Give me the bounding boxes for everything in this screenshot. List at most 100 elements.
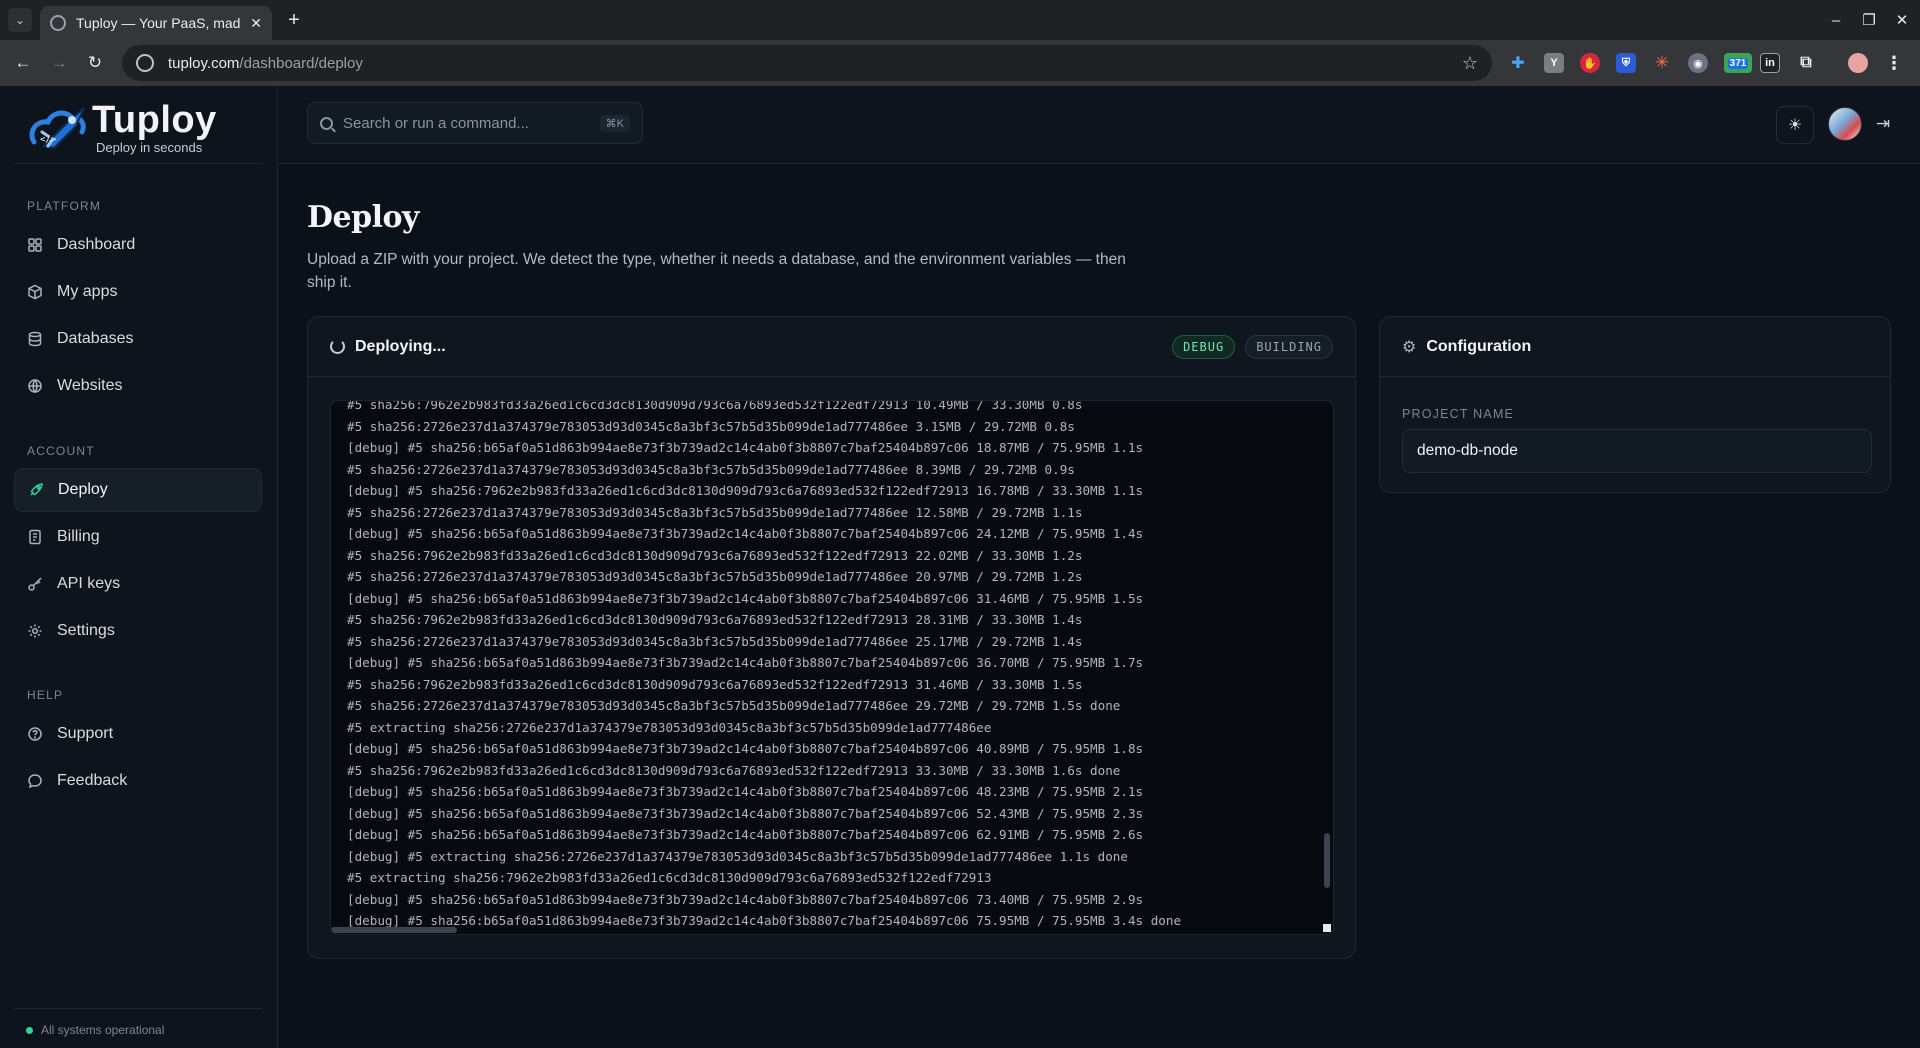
globe-favicon-icon: [50, 15, 66, 31]
deploy-status-title: Deploying...: [355, 337, 446, 355]
log-line: [debug] #5 sha256:b65af0a51d863b994ae8e7…: [347, 655, 1144, 670]
log-horizontal-scrollbar[interactable]: [331, 927, 457, 933]
window-close-icon[interactable]: ✕: [1890, 8, 1914, 32]
status-dot-icon: [26, 1026, 33, 1034]
sidebar-item-settings[interactable]: Settings: [14, 609, 262, 653]
section-label-platform: PLATFORM: [27, 199, 102, 213]
database-icon: [27, 331, 43, 347]
page-description: Upload a ZIP with your project. We detec…: [307, 251, 1126, 291]
log-line: #5 extracting sha256:2726e237d1a374379e7…: [347, 719, 992, 735]
receipt-icon: [27, 529, 43, 545]
address-bar[interactable]: tuploy.com /dashboard/deploy ☆: [122, 45, 1492, 81]
message-icon: [27, 773, 43, 789]
sidebar-item-label: Dashboard: [57, 236, 136, 253]
shortcut-hint: ⌘K: [599, 114, 630, 132]
system-status-text: All systems operational: [41, 1023, 165, 1037]
extensions-puzzle-icon[interactable]: ⧉: [1796, 53, 1816, 73]
app-topbar: Search or run a command... ⌘K ☀ ⇥: [279, 86, 1920, 164]
extension-shield-icon[interactable]: ⛨: [1616, 53, 1636, 73]
minimize-icon[interactable]: –: [1824, 8, 1848, 32]
sidebar-item-api-keys[interactable]: API keys: [14, 562, 262, 606]
sidebar-item-label: Feedback: [57, 772, 128, 789]
configuration-title: Configuration: [1426, 337, 1532, 355]
reload-icon[interactable]: ↻: [83, 51, 107, 75]
search-icon: [320, 116, 333, 130]
extension-badge-count: 371: [1727, 57, 1749, 69]
configuration-card-header: ⚙ Configuration: [1380, 317, 1890, 377]
log-line: #5 sha256:2726e237d1a374379e783053d93d03…: [347, 633, 1083, 649]
log-vertical-scrollbar[interactable]: [1324, 833, 1330, 888]
sidebar-item-deploy[interactable]: Deploy: [14, 468, 262, 512]
gear-icon: [27, 623, 43, 639]
tab-close-icon[interactable]: ✕: [250, 15, 262, 32]
new-tab-plus-icon[interactable]: +: [282, 8, 306, 32]
log-line: #5 sha256:2726e237d1a374379e783053d93d03…: [347, 461, 1075, 477]
sidebar-item-websites[interactable]: Websites: [14, 364, 262, 408]
sidebar-item-label: Databases: [57, 330, 134, 347]
globe-icon: [27, 378, 43, 394]
site-info-icon[interactable]: [136, 54, 154, 72]
tab-search-chevron-icon[interactable]: ⌄: [8, 8, 32, 32]
sidebar-divider: [14, 163, 262, 164]
log-line: [debug] #5 sha256:b65af0a51d863b994ae8e7…: [347, 891, 1144, 907]
svg-text:</>: </>: [40, 135, 57, 145]
extension-owl-icon[interactable]: ◉: [1688, 53, 1708, 73]
sidebar: </> Tuploy Deploy in seconds PLATFORM Da…: [0, 86, 278, 1048]
deploy-card-header: Deploying... DEBUG BUILDING: [308, 317, 1355, 377]
log-line: #5 extracting sha256:7962e2b983fd33a26ed…: [347, 870, 992, 885]
section-label-help: HELP: [27, 688, 64, 702]
browser-menu-kebab-icon[interactable]: ⋮: [1884, 53, 1904, 73]
debug-badge[interactable]: DEBUG: [1172, 334, 1236, 359]
sidebar-item-label: My apps: [57, 283, 118, 300]
log-resize-handle[interactable]: [1323, 924, 1331, 932]
command-search-input[interactable]: Search or run a command... ⌘K: [307, 102, 643, 144]
brand-name: Tuploy: [92, 99, 217, 141]
sidebar-item-my-apps[interactable]: My apps: [14, 270, 262, 314]
log-line: #5 sha256:2726e237d1a374379e783053d93d03…: [347, 698, 1121, 713]
log-line: [debug] #5 sha256:b65af0a51d863b994ae8e7…: [347, 827, 1144, 842]
extension-stop-icon[interactable]: ✋: [1580, 53, 1600, 73]
user-avatar[interactable]: [1828, 107, 1862, 141]
log-line: [debug] #5 sha256:b65af0a51d863b994ae8e7…: [347, 526, 1144, 541]
browser-tab-active[interactable]: Tuploy — Your PaaS, made simple ✕: [40, 6, 272, 40]
deploy-log-card: Deploying... DEBUG BUILDING #5 sha256:79…: [307, 316, 1356, 959]
maximize-icon[interactable]: ❐: [1857, 8, 1881, 32]
brand-logo[interactable]: </> Tuploy Deploy in seconds: [26, 100, 217, 155]
grid-icon: [27, 237, 43, 253]
bookmark-star-icon[interactable]: ☆: [1462, 53, 1478, 74]
log-line: #5 sha256:2726e237d1a374379e783053d93d03…: [347, 569, 1083, 584]
page-title: Deploy: [307, 200, 419, 235]
tab-title: Tuploy — Your PaaS, made simple: [76, 15, 241, 31]
build-log-output[interactable]: #5 sha256:7962e2b983fd33a26ed1c6cd3dc813…: [330, 400, 1334, 935]
loading-spinner-icon: [330, 339, 345, 354]
boxes-icon: [27, 284, 43, 300]
profile-avatar-icon[interactable]: [1848, 53, 1868, 73]
sidebar-item-label: Billing: [57, 528, 100, 545]
url-host: tuploy.com: [168, 54, 240, 72]
log-line: [debug] #5 sha256:b65af0a51d863b994ae8e7…: [347, 784, 1144, 799]
extension-burst-icon[interactable]: ✳: [1652, 53, 1672, 73]
forward-arrow-icon[interactable]: →: [47, 51, 71, 75]
brand-tagline: Deploy in seconds: [96, 140, 203, 155]
sidebar-item-feedback[interactable]: Feedback: [14, 759, 262, 803]
extension-linkedin-icon[interactable]: in: [1760, 53, 1780, 73]
theme-toggle-sun-icon[interactable]: ☀: [1776, 106, 1814, 144]
sidebar-item-databases[interactable]: Databases: [14, 317, 262, 361]
sidebar-item-billing[interactable]: Billing: [14, 515, 262, 559]
system-status: All systems operational: [14, 1008, 262, 1037]
log-line: #5 sha256:2726e237d1a374379e783053d93d03…: [347, 504, 1083, 520]
sidebar-item-dashboard[interactable]: Dashboard: [14, 223, 262, 267]
back-arrow-icon[interactable]: ←: [11, 51, 35, 75]
extension-y-icon[interactable]: Y: [1544, 53, 1564, 73]
sidebar-item-label: Support: [57, 725, 114, 742]
extension-badge-icon[interactable]: 371: [1724, 53, 1752, 73]
log-line: #5 sha256:7962e2b983fd33a26ed1c6cd3dc813…: [347, 612, 1083, 627]
log-line: [debug] #5 sha256:b65af0a51d863b994ae8e7…: [347, 805, 1144, 821]
log-line: #5 sha256:7962e2b983fd33a26ed1c6cd3dc813…: [347, 762, 1121, 778]
project-name-input[interactable]: demo-db-node: [1402, 429, 1872, 473]
browser-tabstrip: ⌄ Tuploy — Your PaaS, made simple ✕ + – …: [0, 0, 1920, 40]
extension-plus-icon[interactable]: ✚: [1508, 53, 1528, 73]
sidebar-item-support[interactable]: Support: [14, 712, 262, 756]
gear-icon: ⚙: [1402, 338, 1417, 356]
logout-icon[interactable]: ⇥: [1871, 112, 1895, 136]
